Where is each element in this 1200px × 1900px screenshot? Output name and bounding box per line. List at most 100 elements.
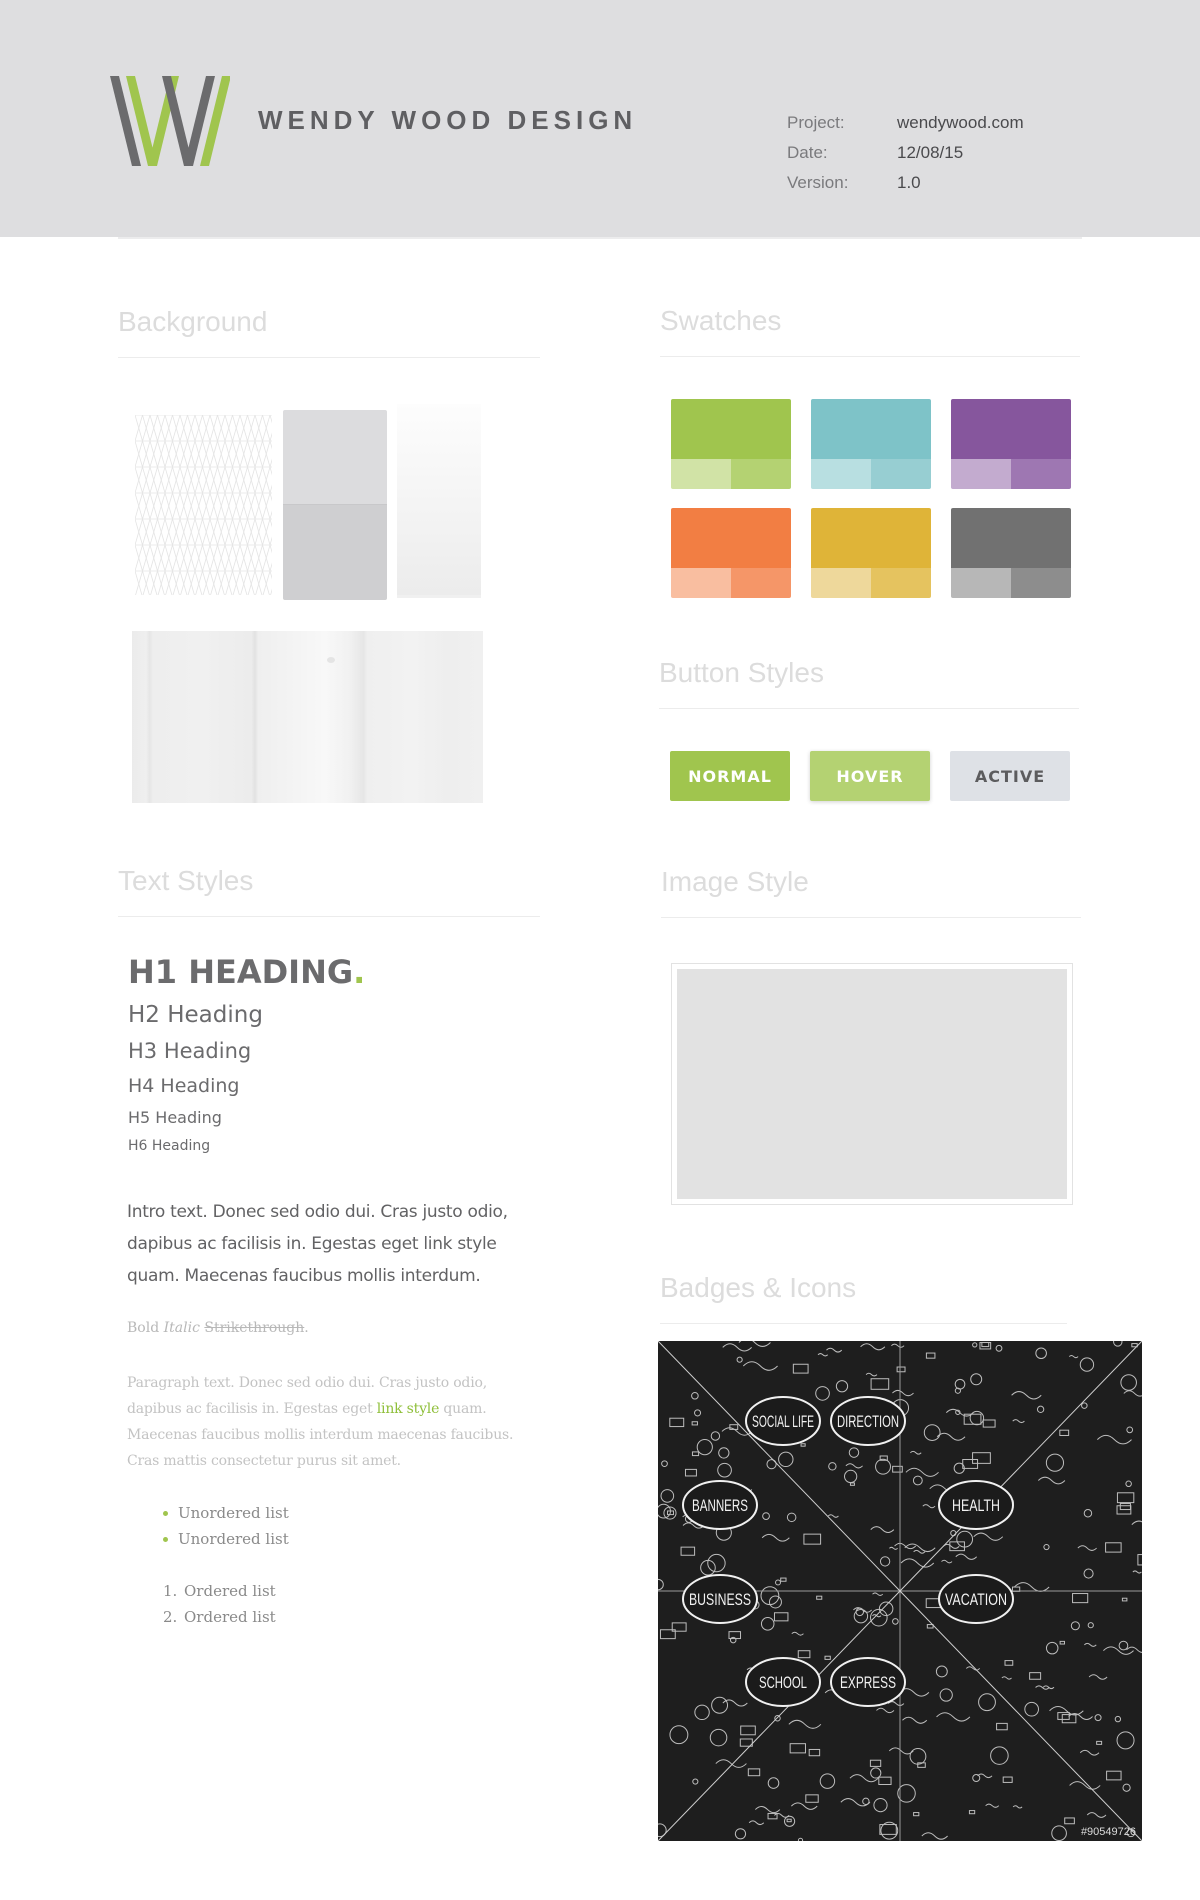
- swatch-green: [671, 399, 791, 489]
- meta-date: Date: 12/08/15: [787, 138, 1024, 168]
- intro-text: Intro text. Donec sed odio dui. Cras jus…: [127, 1202, 508, 1286]
- h1-text: H1 HEADING: [128, 953, 354, 991]
- swatch-tint-2: [731, 459, 791, 489]
- swatch-main-color: [951, 508, 1071, 568]
- swatch-tints: [671, 459, 791, 489]
- list-item: Unordered list: [163, 1526, 289, 1552]
- brand-name: WENDY WOOD DESIGN: [258, 105, 638, 135]
- badge-label: EXPRESS: [840, 1673, 896, 1692]
- ordered-list: 1. Ordered list 2. Ordered list: [163, 1578, 276, 1630]
- wood-texture-sample: [132, 631, 483, 803]
- link-style-sample[interactable]: link style: [377, 1401, 440, 1417]
- swatch-tint-2: [1011, 568, 1071, 598]
- section-title-text: Text Styles: [118, 865, 254, 896]
- swatch-tints: [951, 568, 1071, 598]
- swatch-main-color: [671, 399, 791, 459]
- swatch-purple: [951, 399, 1071, 489]
- section-divider: [661, 917, 1081, 918]
- section-divider: [118, 916, 540, 917]
- meta-label: Date:: [787, 143, 828, 162]
- section-divider: [659, 708, 1079, 709]
- badge-label: VACATION: [945, 1590, 1007, 1609]
- hover-button[interactable]: HOVER: [810, 751, 930, 801]
- swatch-tint-2: [871, 568, 931, 598]
- h6-sample: H6 Heading: [128, 1138, 211, 1154]
- meta-label: Project:: [787, 113, 845, 132]
- swatch-tints: [951, 459, 1071, 489]
- section-divider: [660, 1323, 1067, 1324]
- swatch-teal: [811, 399, 931, 489]
- period: .: [304, 1320, 309, 1336]
- swatch-tint-1: [671, 568, 731, 598]
- swatch-grey: [951, 508, 1071, 598]
- chalkboard-svg: SOCIAL LIFE DIRECTION BANNERS HEALTH BUSINES…: [658, 1341, 1142, 1841]
- section-title-swatches: Swatches: [660, 305, 782, 336]
- meta-value: wendywood.com: [897, 113, 1024, 132]
- list-number: 1.: [163, 1582, 178, 1600]
- badge-label: SOCIAL LIFE: [752, 1412, 814, 1431]
- project-meta: Project: wendywood.com Date: 12/08/15 Ve…: [787, 108, 1024, 198]
- swatch-tints: [671, 568, 791, 598]
- swatch-tints: [811, 568, 931, 598]
- section-title-buttons: Button Styles: [659, 657, 824, 688]
- italic-text: Italic: [163, 1320, 200, 1336]
- active-button[interactable]: ACTIVE: [950, 751, 1070, 801]
- meta-version: Version: 1.0: [787, 168, 1024, 198]
- paragraph-text: Paragraph text. Donec sed odio dui. Cras…: [127, 1370, 527, 1474]
- swatch-tint-1: [811, 459, 871, 489]
- h5-sample: H5 Heading: [128, 1108, 222, 1127]
- swatch-tints: [811, 459, 931, 489]
- swatch-gold: [811, 508, 931, 598]
- section-title-background: Background: [118, 306, 268, 337]
- list-item-text: Ordered list: [184, 1582, 276, 1600]
- h4-sample: H4 Heading: [128, 1075, 240, 1097]
- watermark-text: #90549726: [1081, 1826, 1136, 1838]
- gradient-background-sample: [397, 404, 481, 598]
- swatch-main-color: [951, 399, 1071, 459]
- badge-label: SCHOOL: [759, 1673, 807, 1692]
- swatch-main-color: [811, 508, 931, 568]
- section-title-badges: Badges & Icons: [660, 1272, 857, 1303]
- meta-value: 1.0: [897, 173, 921, 192]
- bullet-icon: [163, 1510, 168, 1516]
- section-title-image: Image Style: [661, 866, 809, 897]
- strikethrough-text: Strikethrough: [204, 1320, 305, 1336]
- meta-value: 12/08/15: [897, 143, 964, 162]
- emphasis-sample: Bold Italic Strikethrough.: [127, 1320, 309, 1336]
- swatch-tint-1: [951, 459, 1011, 489]
- grey-background-sample: [283, 410, 387, 600]
- swatch-orange: [671, 508, 791, 598]
- list-item-text: Unordered list: [178, 1504, 289, 1522]
- wood-knot: [327, 657, 335, 663]
- swatch-tint-1: [811, 568, 871, 598]
- list-item: 2. Ordered list: [163, 1604, 276, 1630]
- meta-label: Version:: [787, 173, 849, 192]
- list-item: Unordered list: [163, 1500, 289, 1526]
- h3-sample: H3 Heading: [128, 1039, 252, 1063]
- swatch-main-color: [811, 399, 931, 459]
- diamond-pattern-sample: [135, 415, 272, 595]
- w-monogram-logo: [110, 76, 230, 166]
- h1-sample: H1 HEADING.: [128, 953, 365, 991]
- badge-label: HEALTH: [952, 1496, 1000, 1515]
- badge-label: DIRECTION: [837, 1412, 899, 1431]
- normal-button[interactable]: NORMAL: [670, 751, 790, 801]
- list-item-text: Unordered list: [178, 1530, 289, 1548]
- bullet-icon: [163, 1536, 168, 1542]
- grey-light-swatch: [283, 410, 387, 505]
- image-placeholder: [677, 969, 1067, 1199]
- h2-sample: H2 Heading: [128, 1002, 263, 1028]
- badge-label: BUSINESS: [689, 1590, 751, 1609]
- bold-text: Bold: [127, 1320, 160, 1336]
- swatch-tint-1: [951, 568, 1011, 598]
- swatch-tint-2: [731, 568, 791, 598]
- list-item: 1. Ordered list: [163, 1578, 276, 1604]
- header-divider: [118, 237, 1082, 239]
- swatch-tint-2: [1011, 459, 1071, 489]
- list-item-text: Ordered list: [184, 1608, 276, 1626]
- swatch-main-color: [671, 508, 791, 568]
- unordered-list: Unordered list Unordered list: [163, 1500, 289, 1552]
- swatch-tint-1: [671, 459, 731, 489]
- badge-label: BANNERS: [692, 1496, 748, 1515]
- header: WENDY WOOD DESIGN Project: wendywood.com…: [0, 0, 1200, 237]
